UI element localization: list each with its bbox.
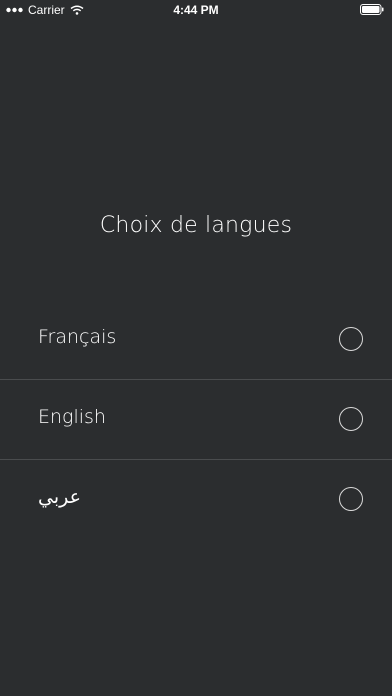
language-label: عربي: [38, 486, 81, 508]
page-title: Choix de langues: [99, 213, 293, 238]
battery-icon: [360, 4, 384, 15]
language-label: English: [38, 406, 106, 428]
status-bar: Carrier 4:44 PM: [0, 0, 392, 20]
language-option-french[interactable]: Français: [0, 300, 392, 380]
status-time: 4:44 PM: [173, 3, 219, 17]
radio-button[interactable]: [339, 487, 363, 511]
radio-button[interactable]: [339, 407, 363, 431]
language-option-english[interactable]: English: [0, 380, 392, 460]
language-label: Français: [38, 326, 117, 348]
language-option-arabic[interactable]: عربي: [0, 460, 392, 539]
language-list: Français English عربي: [0, 300, 392, 539]
radio-button[interactable]: [339, 327, 363, 351]
